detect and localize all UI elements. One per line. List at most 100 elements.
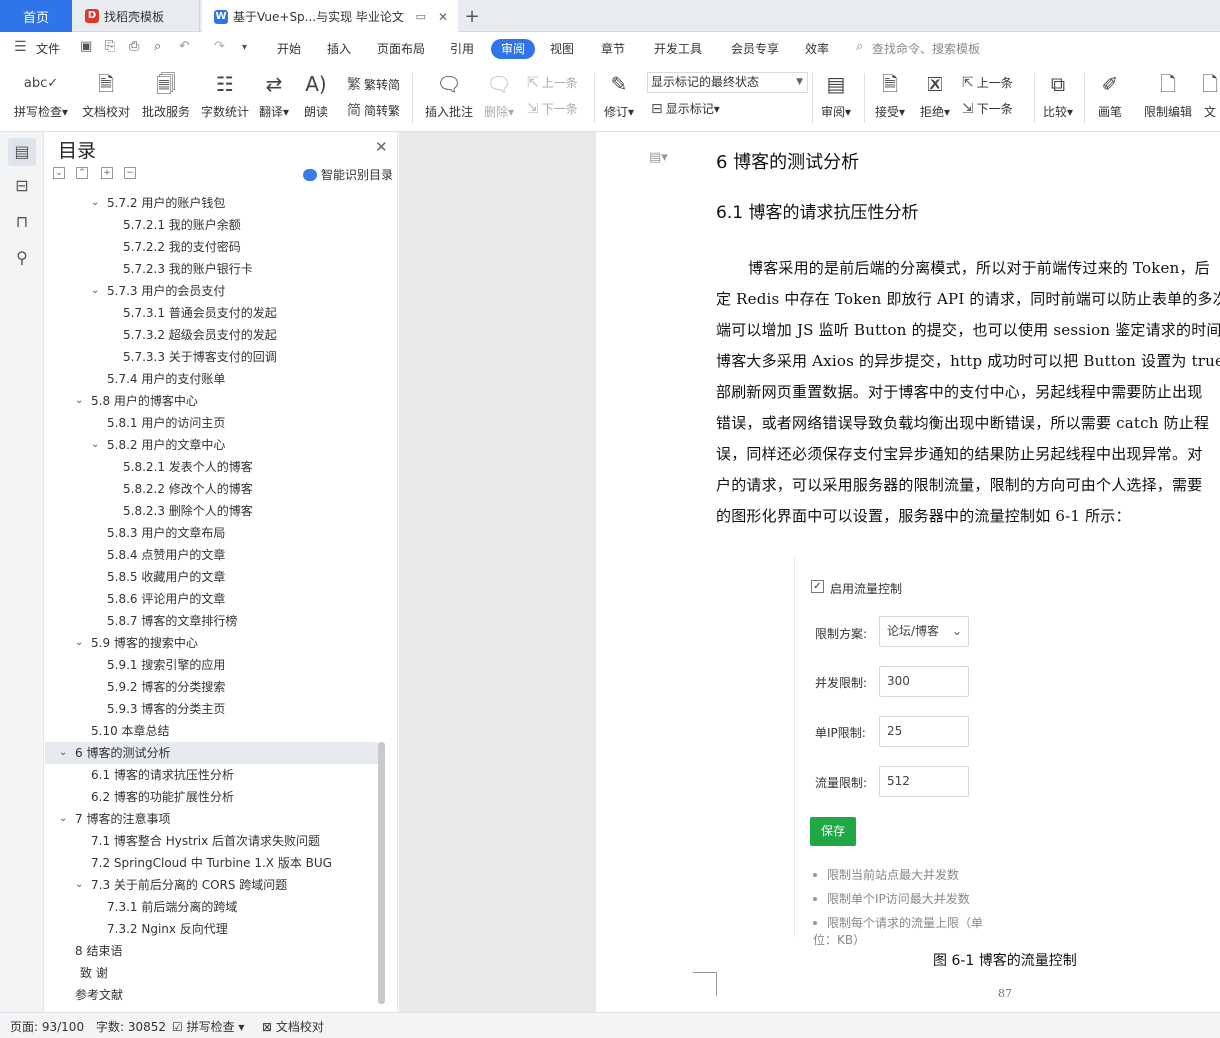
toc-item[interactable]: 8 结束语: [45, 940, 378, 962]
toc-item[interactable]: 6.1 博客的请求抗压性分析: [45, 764, 378, 786]
chevron-down-icon[interactable]: ⌄: [59, 742, 67, 764]
toc-item[interactable]: 5.8.6 评论用户的文章: [45, 588, 378, 610]
page-indicator[interactable]: 页面: 93/100: [10, 1018, 84, 1035]
toc-item[interactable]: 5.8.2.1 发表个人的博客: [45, 456, 378, 478]
toc-item[interactable]: 5.8.2.3 删除个人的博客: [45, 500, 378, 522]
tab-document[interactable]: W 基于Vue+Sp...与实现 毕业论文 ▭ ✕: [202, 0, 458, 33]
toc-item[interactable]: 致 谢: [45, 962, 378, 984]
chevron-down-icon[interactable]: ⌄: [91, 192, 99, 214]
toc-item[interactable]: 参考文献: [45, 984, 378, 1006]
toc-item[interactable]: 7.3.1 前后端分离的跨域: [45, 896, 378, 918]
toc-item[interactable]: 5.9.2 博客的分类搜索: [45, 676, 378, 698]
toc-item[interactable]: 5.7.3.2 超级会员支付的发起: [45, 324, 378, 346]
translate-button[interactable]: ⇄ 翻译▾: [257, 69, 291, 120]
hamburger-icon[interactable]: ☰: [14, 39, 27, 55]
menu-reference[interactable]: 引用: [450, 39, 474, 59]
search-panel-icon[interactable]: ⚲: [8, 244, 36, 272]
chapter-nav-icon[interactable]: ⊟: [8, 172, 36, 200]
toc-item[interactable]: 5.7.2.2 我的支付密码: [45, 236, 378, 258]
new-tab-button[interactable]: +: [460, 0, 484, 32]
chevron-down-icon[interactable]: ⌄: [75, 390, 83, 412]
more-quick-icon[interactable]: ▾: [242, 42, 247, 53]
menu-devtools[interactable]: 开发工具: [654, 39, 702, 59]
word-count[interactable]: 字数: 30852: [96, 1018, 166, 1035]
bookmark-icon[interactable]: ⊓: [8, 208, 36, 236]
toc-item[interactable]: ⌄ 7.3 关于前后分离的 CORS 跨域问题: [45, 874, 378, 896]
simp-to-trad-button[interactable]: 简简转繁: [347, 100, 400, 120]
toc-item[interactable]: ⌄ 7 博客的注意事项: [45, 808, 378, 830]
status-doccheck-button[interactable]: ⊠ 文档校对: [262, 1018, 324, 1035]
insert-comment-button[interactable]: 🗨 插入批注: [422, 69, 476, 120]
toc-item[interactable]: 5.9.3 博客的分类主页: [45, 698, 378, 720]
remove-heading-icon[interactable]: −: [124, 167, 136, 179]
toc-item[interactable]: 5.8.2.2 修改个人的博客: [45, 478, 378, 500]
chevron-down-icon[interactable]: ⌄: [75, 874, 83, 896]
toc-item[interactable]: ⌄ 5.7.3 用户的会员支付: [45, 280, 378, 302]
toc-item[interactable]: 6.2 博客的功能扩展性分析: [45, 786, 378, 808]
redo-icon[interactable]: ↷: [214, 39, 225, 54]
toc-item[interactable]: ⌄ 5.7.2 用户的账户钱包: [45, 192, 378, 214]
compare-button[interactable]: ⧉ 比较▾: [1040, 69, 1076, 120]
command-search-input[interactable]: 查找命令、搜索模板: [872, 39, 980, 59]
tab-home[interactable]: 首页: [0, 0, 72, 32]
expand-level-icon[interactable]: ⌃: [76, 167, 88, 179]
toc-item[interactable]: 5.7.3.3 关于博客支付的回调: [45, 346, 378, 368]
toc-item[interactable]: ⌄ 5.9 博客的搜索中心: [45, 632, 378, 654]
toc-item[interactable]: 5.7.4 用户的支付账单: [45, 368, 378, 390]
menu-insert[interactable]: 插入: [327, 39, 351, 59]
smart-toc-button[interactable]: 智能识别目录: [303, 166, 393, 183]
prev-change-button[interactable]: ⇱ 上一条: [962, 74, 1013, 91]
menu-layout[interactable]: 页面布局: [377, 39, 425, 59]
reject-button[interactable]: 🗷 拒绝▾: [917, 69, 953, 120]
review-pane-button[interactable]: ▤ 审阅▾: [818, 69, 854, 120]
toc-item[interactable]: 5.8.3 用户的文章布局: [45, 522, 378, 544]
menu-efficiency[interactable]: 效率: [805, 39, 829, 59]
close-icon[interactable]: ✕: [375, 138, 388, 156]
more-ribbon-button[interactable]: 🗋 文: [1200, 69, 1220, 120]
toc-item[interactable]: ⌄ 5.8 用户的博客中心: [45, 390, 378, 412]
pen-button[interactable]: ✐ 画笔: [1093, 69, 1127, 120]
toc-scrollbar[interactable]: [378, 742, 385, 1004]
wordcount-button[interactable]: ☷ 字数统计: [199, 69, 251, 120]
batch-service-button[interactable]: 🗐 批改服务: [140, 69, 192, 120]
menu-view[interactable]: 视图: [550, 39, 574, 59]
toc-item[interactable]: 5.10 本章总结: [45, 720, 378, 742]
menu-file[interactable]: 文件: [36, 39, 60, 59]
delete-comment-button[interactable]: 🗨 删除▾: [482, 69, 516, 120]
toc-item[interactable]: 5.8.7 博客的文章排行榜: [45, 610, 378, 632]
paragraph-icon[interactable]: ▤▾: [649, 150, 668, 165]
save-icon[interactable]: ▣: [80, 39, 92, 54]
toc-item[interactable]: 7.1 博客整合 Hystrix 后首次请求失败问题: [45, 830, 378, 852]
preview-icon[interactable]: ⌕: [154, 39, 161, 54]
trad-to-simp-button[interactable]: 繁繁转简: [347, 74, 400, 94]
accept-button[interactable]: 🗎 接受▾: [872, 69, 908, 120]
toc-item[interactable]: ⌄ 6 博客的测试分析: [45, 742, 378, 764]
chevron-down-icon[interactable]: ⌄: [91, 434, 99, 456]
toc-item[interactable]: 5.8.5 收藏用户的文章: [45, 566, 378, 588]
revise-button[interactable]: ✎ 修订▾: [601, 69, 637, 120]
next-change-button[interactable]: ⇲ 下一条: [962, 100, 1013, 117]
read-aloud-button[interactable]: A) 朗读: [300, 69, 332, 120]
spellcheck-button[interactable]: abc✓ 拼写检查▾: [12, 69, 70, 120]
chevron-down-icon[interactable]: ⌄: [91, 280, 99, 302]
chevron-down-icon[interactable]: ⌄: [75, 632, 83, 654]
toc-item[interactable]: 5.7.3.1 普通会员支付的发起: [45, 302, 378, 324]
export-icon[interactable]: ⎘: [105, 39, 115, 54]
menu-review[interactable]: 审阅: [491, 39, 536, 59]
toc-item[interactable]: 5.8.1 用户的访问主页: [45, 412, 378, 434]
monitor-icon[interactable]: ▭: [416, 10, 426, 23]
undo-icon[interactable]: ↶: [179, 39, 190, 54]
toc-item[interactable]: 5.7.2.3 我的账户银行卡: [45, 258, 378, 280]
toc-panel-icon[interactable]: ▤: [8, 138, 36, 166]
print-icon[interactable]: ⎙: [129, 39, 139, 54]
doccheck-button[interactable]: 🗎 文档校对: [80, 69, 132, 120]
show-marks-button[interactable]: ⊟ 显示标记▾: [651, 100, 720, 117]
collapse-all-icon[interactable]: ⌄: [53, 167, 65, 179]
status-spellcheck-button[interactable]: ☑ 拼写检查 ▾: [172, 1018, 244, 1035]
menu-member[interactable]: 会员专享: [731, 39, 779, 59]
chevron-down-icon[interactable]: ⌄: [59, 808, 67, 830]
mark-state-select[interactable]: 显示标记的最终状态 ▼: [647, 72, 808, 93]
tab-daoke[interactable]: D 找稻壳模板: [73, 0, 200, 32]
next-comment-button[interactable]: ⇲ 下一条: [527, 100, 578, 117]
close-tab-icon[interactable]: ✕: [438, 10, 448, 24]
